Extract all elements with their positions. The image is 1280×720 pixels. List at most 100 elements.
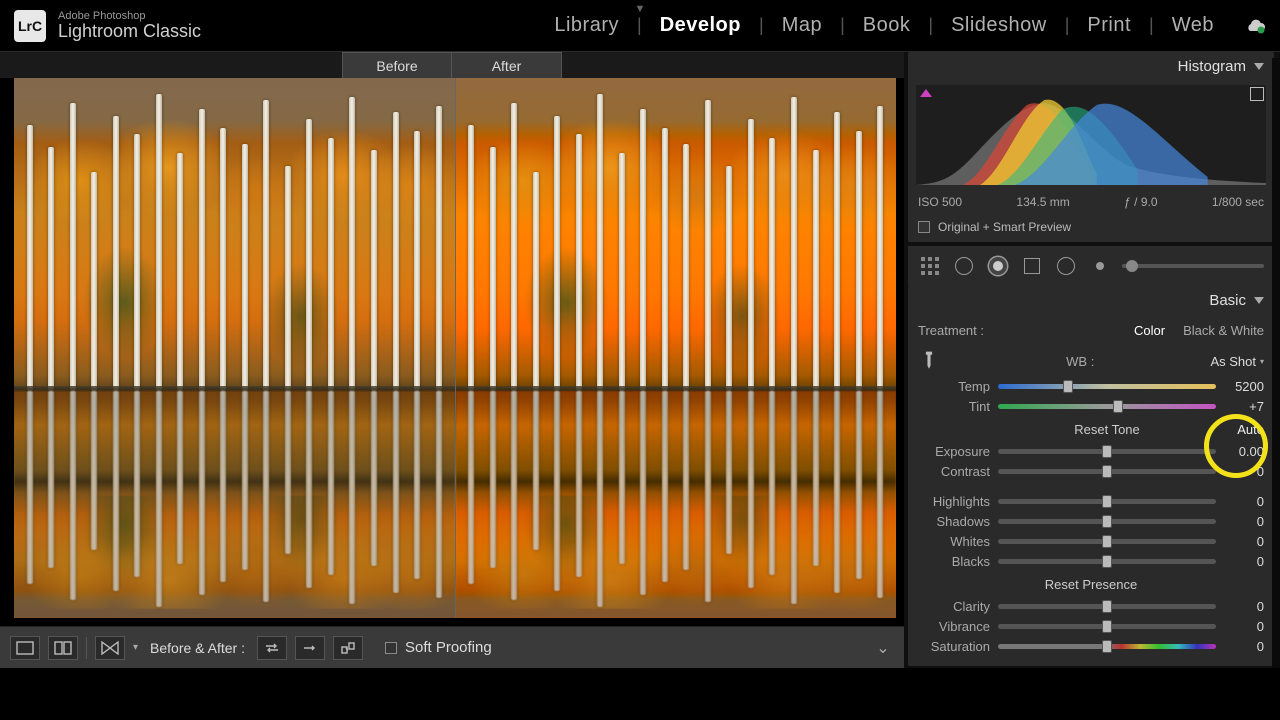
view-compare-button[interactable]	[48, 636, 78, 660]
module-map[interactable]: Map	[782, 14, 822, 37]
copy-after-button[interactable]	[333, 636, 363, 660]
module-develop[interactable]: Develop	[660, 14, 741, 37]
meta-focal: 134.5 mm	[1016, 195, 1069, 209]
radial-filter-icon[interactable]	[1054, 254, 1078, 278]
blacks-slider[interactable]	[998, 559, 1216, 564]
whites-slider[interactable]	[998, 539, 1216, 544]
vibrance-slider[interactable]	[998, 624, 1216, 629]
histogram-graph[interactable]	[916, 85, 1266, 185]
preview-mode-label: Original + Smart Preview	[938, 220, 1071, 234]
histogram-title: Histogram	[1178, 58, 1246, 75]
app-logo: LrC	[14, 10, 46, 42]
swap-button[interactable]	[257, 636, 287, 660]
exposure-slider[interactable]	[998, 449, 1216, 454]
whites-label: Whites	[918, 534, 990, 549]
module-library[interactable]: Library	[554, 14, 619, 37]
basic-title: Basic	[1209, 292, 1246, 309]
tab-after[interactable]: After	[452, 52, 562, 78]
highlights-value[interactable]: 0	[1224, 494, 1264, 509]
right-panel-scrollbar[interactable]	[1272, 58, 1280, 668]
image-after	[456, 78, 897, 618]
meta-iso: ISO 500	[918, 195, 962, 209]
cloud-sync-icon[interactable]	[1244, 18, 1266, 34]
saturation-value[interactable]: 0	[1224, 639, 1264, 654]
view-loupe-button[interactable]	[10, 636, 40, 660]
tint-label: Tint	[918, 399, 990, 414]
treatment-bw[interactable]: Black & White	[1183, 323, 1264, 338]
temp-slider[interactable]	[998, 384, 1216, 389]
histogram-header[interactable]: Histogram	[908, 52, 1274, 81]
exposure-label: Exposure	[918, 444, 990, 459]
tint-value[interactable]: +7	[1224, 399, 1264, 414]
shadows-slider[interactable]	[998, 519, 1216, 524]
contrast-value[interactable]: 0	[1224, 464, 1264, 479]
wb-preset-dropdown[interactable]: As Shot▾	[1210, 354, 1264, 369]
soft-proofing-checkbox[interactable]	[385, 642, 397, 654]
treatment-label: Treatment :	[918, 323, 1116, 338]
module-slideshow[interactable]: Slideshow	[951, 14, 1047, 37]
shadow-clip-icon[interactable]	[920, 89, 932, 97]
tab-before[interactable]: Before	[342, 52, 452, 78]
auto-tone-button[interactable]: Auto	[1224, 422, 1264, 437]
treatment-color[interactable]: Color	[1134, 323, 1165, 338]
meta-shutter: 1/800 sec	[1212, 195, 1264, 209]
contrast-label: Contrast	[918, 464, 990, 479]
meta-aperture: ƒ / 9.0	[1124, 195, 1157, 209]
right-panel: Histogram ISO 500 134.5 mm ƒ / 9.0 1/800	[904, 52, 1280, 668]
saturation-slider[interactable]	[998, 644, 1216, 649]
preview-canvas[interactable]	[14, 78, 896, 618]
toolbar-chevron-icon[interactable]: ⌄	[872, 637, 894, 659]
crop-tool-icon[interactable]	[918, 254, 942, 278]
highlight-clip-icon[interactable]	[1250, 87, 1264, 101]
blacks-value[interactable]: 0	[1224, 554, 1264, 569]
exposure-value[interactable]: 0.00	[1224, 444, 1264, 459]
tool-strip	[908, 246, 1274, 286]
bottom-toolbar: ▾ Before & After : Soft Proofing ⌄	[0, 626, 904, 668]
mask-amount-slider[interactable]	[1122, 264, 1264, 268]
vibrance-label: Vibrance	[918, 619, 990, 634]
module-book[interactable]: Book	[863, 14, 911, 37]
soft-proofing-label: Soft Proofing	[405, 639, 492, 656]
blacks-label: Blacks	[918, 554, 990, 569]
highlights-label: Highlights	[918, 494, 990, 509]
app-suite-label: Adobe Photoshop	[58, 10, 201, 22]
histogram-panel: Histogram ISO 500 134.5 mm ƒ / 9.0 1/800	[908, 52, 1274, 242]
graduated-filter-icon[interactable]	[1020, 254, 1044, 278]
vibrance-value[interactable]: 0	[1224, 619, 1264, 634]
module-picker: Library | Develop | Map | Book | Slidesh…	[554, 14, 1266, 37]
basic-header[interactable]: Basic	[908, 286, 1274, 315]
saturation-label: Saturation	[918, 639, 990, 654]
temp-value[interactable]: 5200	[1224, 379, 1264, 394]
view-dropdown-icon[interactable]: ▾	[133, 642, 138, 653]
app-title: Adobe Photoshop Lightroom Classic	[58, 10, 201, 42]
module-print[interactable]: Print	[1087, 14, 1131, 37]
wb-label: WB :	[950, 354, 1210, 369]
preview-area: Before After	[0, 52, 904, 668]
temp-label: Temp	[918, 379, 990, 394]
module-web[interactable]: Web	[1172, 14, 1214, 37]
clarity-label: Clarity	[918, 599, 990, 614]
reset-presence-label[interactable]: Reset Presence	[918, 571, 1264, 596]
panel-collapse-chevron-top[interactable]: ▼	[635, 3, 646, 15]
redeye-tool-icon[interactable]	[986, 254, 1010, 278]
panel-collapse-icon[interactable]	[1254, 297, 1264, 304]
wb-eyedropper-icon[interactable]	[913, 345, 944, 376]
shadows-value[interactable]: 0	[1224, 514, 1264, 529]
reset-tone-label[interactable]: Reset Tone	[990, 422, 1224, 437]
clarity-value[interactable]: 0	[1224, 599, 1264, 614]
contrast-slider[interactable]	[998, 469, 1216, 474]
preview-mode-icon[interactable]	[918, 221, 930, 233]
clarity-slider[interactable]	[998, 604, 1216, 609]
highlights-slider[interactable]	[998, 499, 1216, 504]
before-after-label: Before & After :	[150, 640, 245, 656]
copy-before-button[interactable]	[295, 636, 325, 660]
histogram-metadata: ISO 500 134.5 mm ƒ / 9.0 1/800 sec	[908, 189, 1274, 215]
brush-tool-icon[interactable]	[1088, 254, 1112, 278]
spot-removal-icon[interactable]	[952, 254, 976, 278]
whites-value[interactable]: 0	[1224, 534, 1264, 549]
tint-slider[interactable]	[998, 404, 1216, 409]
shadows-label: Shadows	[918, 514, 990, 529]
image-before	[14, 78, 456, 618]
panel-collapse-icon[interactable]	[1254, 63, 1264, 70]
view-split-button[interactable]	[95, 636, 125, 660]
